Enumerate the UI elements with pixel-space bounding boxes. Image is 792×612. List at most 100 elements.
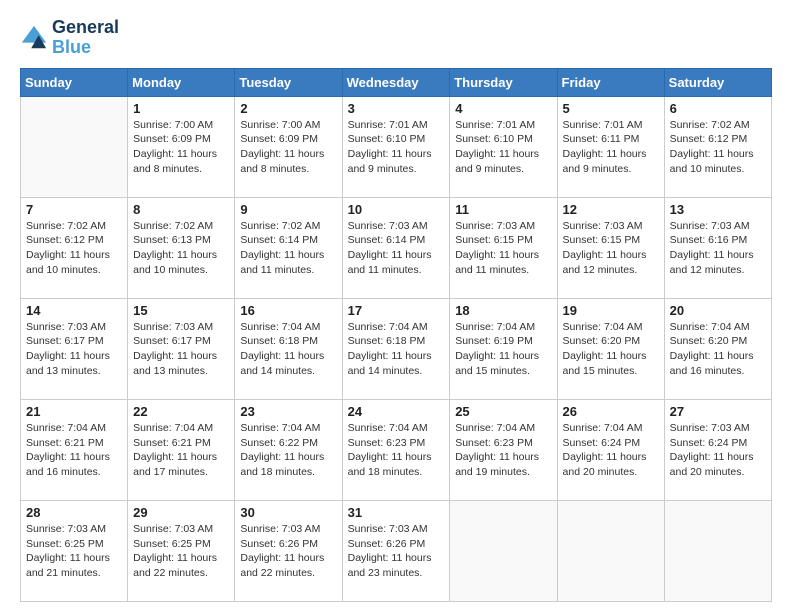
day-info: Sunrise: 7:03 AM Sunset: 6:24 PM Dayligh… bbox=[670, 421, 766, 480]
calendar-cell: 1 Sunrise: 7:00 AM Sunset: 6:09 PM Daylig… bbox=[128, 96, 235, 197]
day-info: Sunrise: 7:03 AM Sunset: 6:16 PM Dayligh… bbox=[670, 219, 766, 278]
day-info: Sunrise: 7:03 AM Sunset: 6:17 PM Dayligh… bbox=[26, 320, 122, 379]
calendar-body: 1 Sunrise: 7:00 AM Sunset: 6:09 PM Daylig… bbox=[21, 96, 772, 601]
day-number: 18 bbox=[455, 303, 551, 318]
calendar-cell bbox=[557, 500, 664, 601]
day-number: 7 bbox=[26, 202, 122, 217]
day-info: Sunrise: 7:03 AM Sunset: 6:25 PM Dayligh… bbox=[26, 522, 122, 581]
day-info: Sunrise: 7:04 AM Sunset: 6:23 PM Dayligh… bbox=[348, 421, 445, 480]
day-info: Sunrise: 7:04 AM Sunset: 6:20 PM Dayligh… bbox=[563, 320, 659, 379]
calendar-cell: 28Sunrise: 7:03 AM Sunset: 6:25 PM Dayli… bbox=[21, 500, 128, 601]
day-number: 27 bbox=[670, 404, 766, 419]
day-info: Sunrise: 7:04 AM Sunset: 6:18 PM Dayligh… bbox=[348, 320, 445, 379]
day-info: Sunrise: 7:00 AM Sunset: 6:09 PM Dayligh… bbox=[240, 118, 336, 177]
header-day: Thursday bbox=[450, 68, 557, 96]
day-info: Sunrise: 7:02 AM Sunset: 6:13 PM Dayligh… bbox=[133, 219, 229, 278]
calendar-cell: 29 Sunrise: 7:03 AM Sunset: 6:25 PM Dayli… bbox=[128, 500, 235, 601]
page: General Blue SundayMondayTuesdayWednesda… bbox=[0, 0, 792, 612]
day-number: 29 bbox=[133, 505, 229, 520]
day-number: 23 bbox=[240, 404, 336, 419]
header-day: Wednesday bbox=[342, 68, 450, 96]
calendar-cell: 24Sunrise: 7:04 AM Sunset: 6:23 PM Dayli… bbox=[342, 399, 450, 500]
day-number: 26 bbox=[563, 404, 659, 419]
calendar-header: SundayMondayTuesdayWednesdayThursdayFrid… bbox=[21, 68, 772, 96]
calendar-cell: 9Sunrise: 7:02 AM Sunset: 6:14 PM Daylig… bbox=[235, 197, 342, 298]
day-info: Sunrise: 7:03 AM Sunset: 6:26 PM Dayligh… bbox=[348, 522, 445, 581]
day-number: 30 bbox=[240, 505, 336, 520]
header-day: Saturday bbox=[664, 68, 771, 96]
day-number: 19 bbox=[563, 303, 659, 318]
day-number: 14 bbox=[26, 303, 122, 318]
calendar-cell bbox=[21, 96, 128, 197]
logo-icon bbox=[20, 24, 48, 52]
day-info: Sunrise: 7:04 AM Sunset: 6:19 PM Dayligh… bbox=[455, 320, 551, 379]
day-number: 13 bbox=[670, 202, 766, 217]
day-number: 22 bbox=[133, 404, 229, 419]
header-day: Friday bbox=[557, 68, 664, 96]
calendar-cell: 19 Sunrise: 7:04 AM Sunset: 6:20 PM Dayli… bbox=[557, 298, 664, 399]
calendar-cell: 25Sunrise: 7:04 AM Sunset: 6:23 PM Dayli… bbox=[450, 399, 557, 500]
day-info: Sunrise: 7:04 AM Sunset: 6:21 PM Dayligh… bbox=[133, 421, 229, 480]
calendar-week: 7 Sunrise: 7:02 AM Sunset: 6:12 PM Daylig… bbox=[21, 197, 772, 298]
calendar-cell: 21Sunrise: 7:04 AM Sunset: 6:21 PM Dayli… bbox=[21, 399, 128, 500]
calendar-cell: 18 Sunrise: 7:04 AM Sunset: 6:19 PM Dayli… bbox=[450, 298, 557, 399]
calendar-cell: 15 Sunrise: 7:03 AM Sunset: 6:17 PM Dayli… bbox=[128, 298, 235, 399]
calendar-week: 1 Sunrise: 7:00 AM Sunset: 6:09 PM Daylig… bbox=[21, 96, 772, 197]
logo-text: General Blue bbox=[52, 18, 119, 58]
day-info: Sunrise: 7:04 AM Sunset: 6:24 PM Dayligh… bbox=[563, 421, 659, 480]
day-info: Sunrise: 7:04 AM Sunset: 6:18 PM Dayligh… bbox=[240, 320, 336, 379]
day-number: 17 bbox=[348, 303, 445, 318]
day-info: Sunrise: 7:03 AM Sunset: 6:17 PM Dayligh… bbox=[133, 320, 229, 379]
header-day: Tuesday bbox=[235, 68, 342, 96]
day-info: Sunrise: 7:03 AM Sunset: 6:26 PM Dayligh… bbox=[240, 522, 336, 581]
day-info: Sunrise: 7:03 AM Sunset: 6:14 PM Dayligh… bbox=[348, 219, 445, 278]
calendar-week: 14 Sunrise: 7:03 AM Sunset: 6:17 PM Dayli… bbox=[21, 298, 772, 399]
day-info: Sunrise: 7:02 AM Sunset: 6:12 PM Dayligh… bbox=[26, 219, 122, 278]
day-info: Sunrise: 7:00 AM Sunset: 6:09 PM Dayligh… bbox=[133, 118, 229, 177]
calendar-cell: 10Sunrise: 7:03 AM Sunset: 6:14 PM Dayli… bbox=[342, 197, 450, 298]
day-info: Sunrise: 7:02 AM Sunset: 6:12 PM Dayligh… bbox=[670, 118, 766, 177]
day-number: 2 bbox=[240, 101, 336, 116]
calendar-cell: 31Sunrise: 7:03 AM Sunset: 6:26 PM Dayli… bbox=[342, 500, 450, 601]
day-info: Sunrise: 7:01 AM Sunset: 6:11 PM Dayligh… bbox=[563, 118, 659, 177]
day-number: 4 bbox=[455, 101, 551, 116]
header-day: Monday bbox=[128, 68, 235, 96]
calendar-cell: 16 Sunrise: 7:04 AM Sunset: 6:18 PM Dayli… bbox=[235, 298, 342, 399]
calendar-cell: 30 Sunrise: 7:03 AM Sunset: 6:26 PM Dayli… bbox=[235, 500, 342, 601]
calendar-cell: 26 Sunrise: 7:04 AM Sunset: 6:24 PM Dayli… bbox=[557, 399, 664, 500]
calendar-cell: 27 Sunrise: 7:03 AM Sunset: 6:24 PM Dayli… bbox=[664, 399, 771, 500]
calendar-cell: 7 Sunrise: 7:02 AM Sunset: 6:12 PM Daylig… bbox=[21, 197, 128, 298]
day-number: 12 bbox=[563, 202, 659, 217]
calendar-cell: 11 Sunrise: 7:03 AM Sunset: 6:15 PM Dayli… bbox=[450, 197, 557, 298]
calendar-cell: 3 Sunrise: 7:01 AM Sunset: 6:10 PM Daylig… bbox=[342, 96, 450, 197]
header-row: SundayMondayTuesdayWednesdayThursdayFrid… bbox=[21, 68, 772, 96]
day-number: 15 bbox=[133, 303, 229, 318]
calendar-table: SundayMondayTuesdayWednesdayThursdayFrid… bbox=[20, 68, 772, 602]
day-number: 3 bbox=[348, 101, 445, 116]
calendar-cell: 13 Sunrise: 7:03 AM Sunset: 6:16 PM Dayli… bbox=[664, 197, 771, 298]
calendar-cell: 8 Sunrise: 7:02 AM Sunset: 6:13 PM Daylig… bbox=[128, 197, 235, 298]
calendar-cell: 22 Sunrise: 7:04 AM Sunset: 6:21 PM Dayli… bbox=[128, 399, 235, 500]
day-info: Sunrise: 7:01 AM Sunset: 6:10 PM Dayligh… bbox=[348, 118, 445, 177]
calendar-cell: 20Sunrise: 7:04 AM Sunset: 6:20 PM Dayli… bbox=[664, 298, 771, 399]
calendar-cell: 2 Sunrise: 7:00 AM Sunset: 6:09 PM Daylig… bbox=[235, 96, 342, 197]
day-info: Sunrise: 7:01 AM Sunset: 6:10 PM Dayligh… bbox=[455, 118, 551, 177]
day-info: Sunrise: 7:04 AM Sunset: 6:22 PM Dayligh… bbox=[240, 421, 336, 480]
day-number: 25 bbox=[455, 404, 551, 419]
day-info: Sunrise: 7:03 AM Sunset: 6:15 PM Dayligh… bbox=[563, 219, 659, 278]
day-number: 16 bbox=[240, 303, 336, 318]
day-number: 21 bbox=[26, 404, 122, 419]
calendar-cell: 4 Sunrise: 7:01 AM Sunset: 6:10 PM Daylig… bbox=[450, 96, 557, 197]
day-info: Sunrise: 7:02 AM Sunset: 6:14 PM Dayligh… bbox=[240, 219, 336, 278]
day-number: 11 bbox=[455, 202, 551, 217]
day-info: Sunrise: 7:03 AM Sunset: 6:15 PM Dayligh… bbox=[455, 219, 551, 278]
day-number: 8 bbox=[133, 202, 229, 217]
calendar-cell: 17 Sunrise: 7:04 AM Sunset: 6:18 PM Dayli… bbox=[342, 298, 450, 399]
calendar-cell: 6 Sunrise: 7:02 AM Sunset: 6:12 PM Daylig… bbox=[664, 96, 771, 197]
day-number: 6 bbox=[670, 101, 766, 116]
day-number: 20 bbox=[670, 303, 766, 318]
day-number: 1 bbox=[133, 101, 229, 116]
day-info: Sunrise: 7:03 AM Sunset: 6:25 PM Dayligh… bbox=[133, 522, 229, 581]
calendar-cell: 5Sunrise: 7:01 AM Sunset: 6:11 PM Daylig… bbox=[557, 96, 664, 197]
calendar-cell: 12 Sunrise: 7:03 AM Sunset: 6:15 PM Dayli… bbox=[557, 197, 664, 298]
